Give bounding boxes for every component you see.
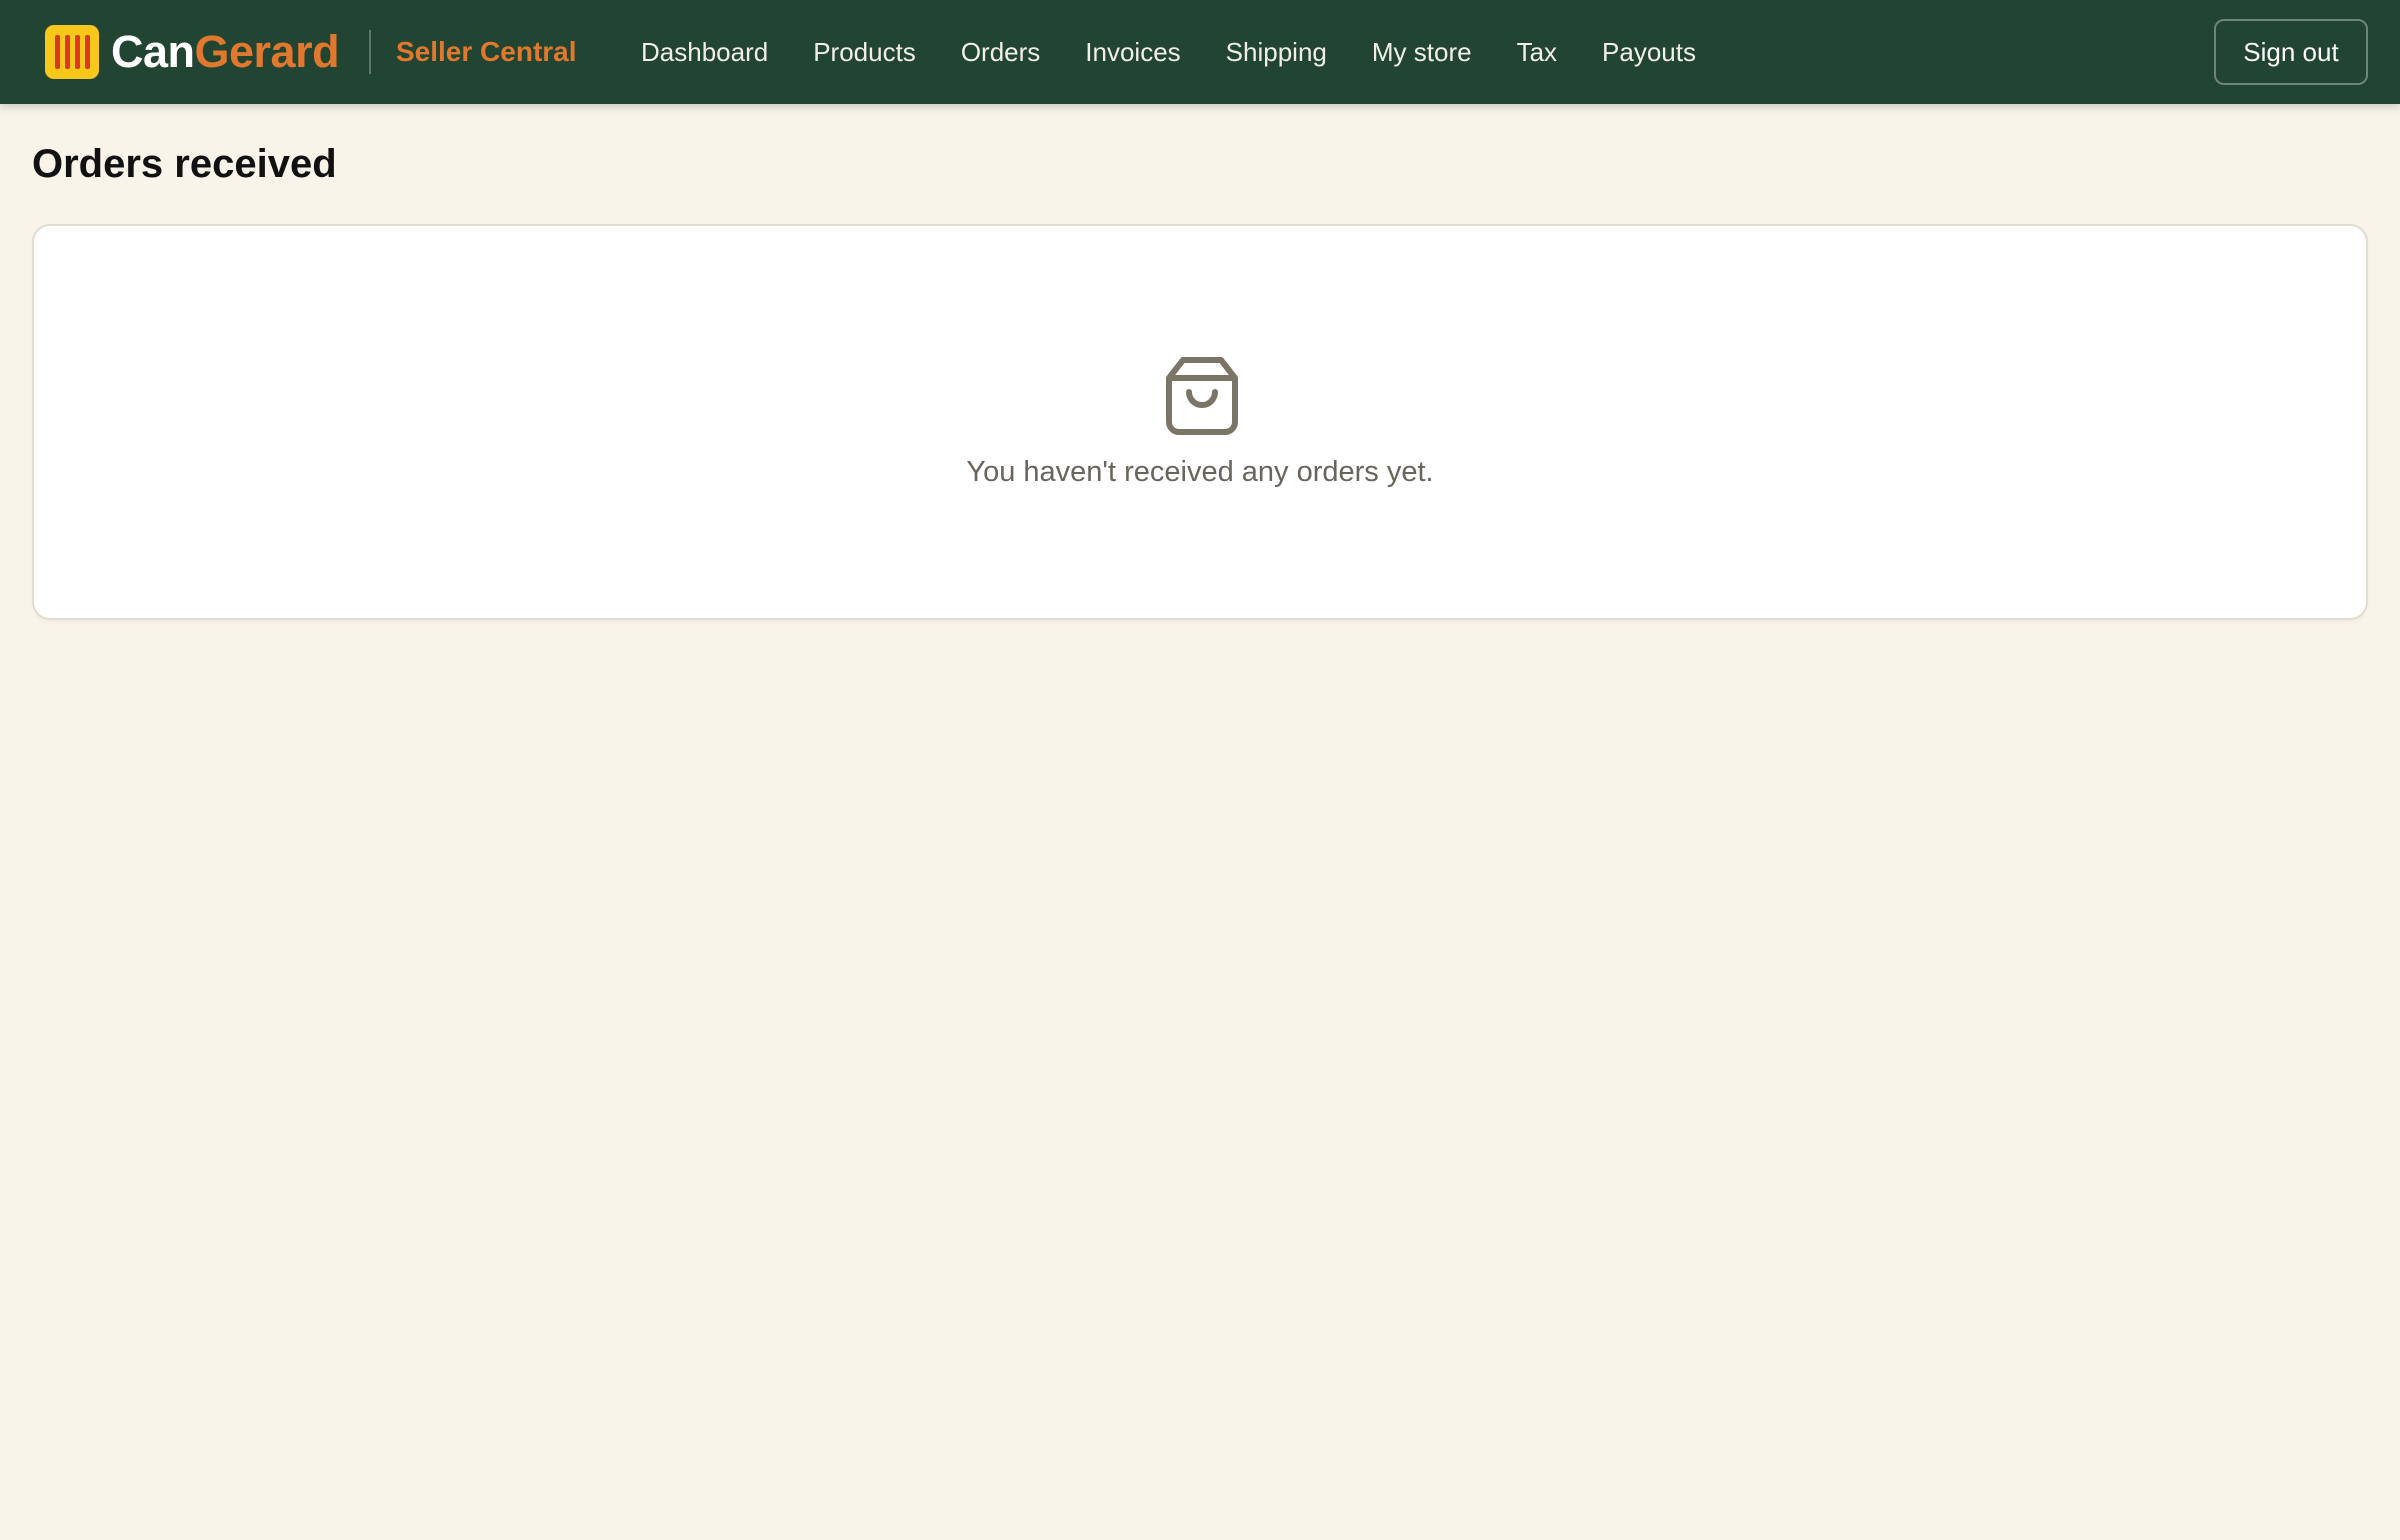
- nav-item-products[interactable]: Products: [813, 32, 916, 72]
- brand-logo[interactable]: CanGerard: [45, 25, 340, 79]
- nav-item-invoices[interactable]: Invoices: [1085, 32, 1180, 72]
- main-nav: Dashboard Products Orders Invoices Shipp…: [641, 32, 1696, 72]
- shopping-bag-icon: [1166, 357, 1238, 435]
- nav-item-orders[interactable]: Orders: [961, 32, 1040, 72]
- nav-item-dashboard[interactable]: Dashboard: [641, 32, 768, 72]
- nav-item-tax[interactable]: Tax: [1517, 32, 1557, 72]
- nav-item-shipping[interactable]: Shipping: [1226, 32, 1327, 72]
- orders-empty-card: You haven't received any orders yet.: [32, 224, 2368, 620]
- brand-name-part1: Can: [111, 26, 195, 77]
- page-title: Orders received: [32, 142, 337, 186]
- brand-name: CanGerard: [111, 25, 340, 79]
- logo-stripes-icon: [45, 25, 99, 79]
- sign-out-button[interactable]: Sign out: [2214, 19, 2368, 85]
- nav-item-payouts[interactable]: Payouts: [1602, 32, 1696, 72]
- nav-item-my-store[interactable]: My store: [1372, 32, 1472, 72]
- top-navigation-bar: CanGerard Seller Central Dashboard Produ…: [0, 0, 2400, 104]
- brand-name-part2: Gerard: [194, 26, 340, 77]
- product-name: Seller Central: [396, 36, 577, 67]
- empty-state-message: You haven't received any orders yet.: [966, 456, 1434, 488]
- header-divider: [369, 30, 371, 74]
